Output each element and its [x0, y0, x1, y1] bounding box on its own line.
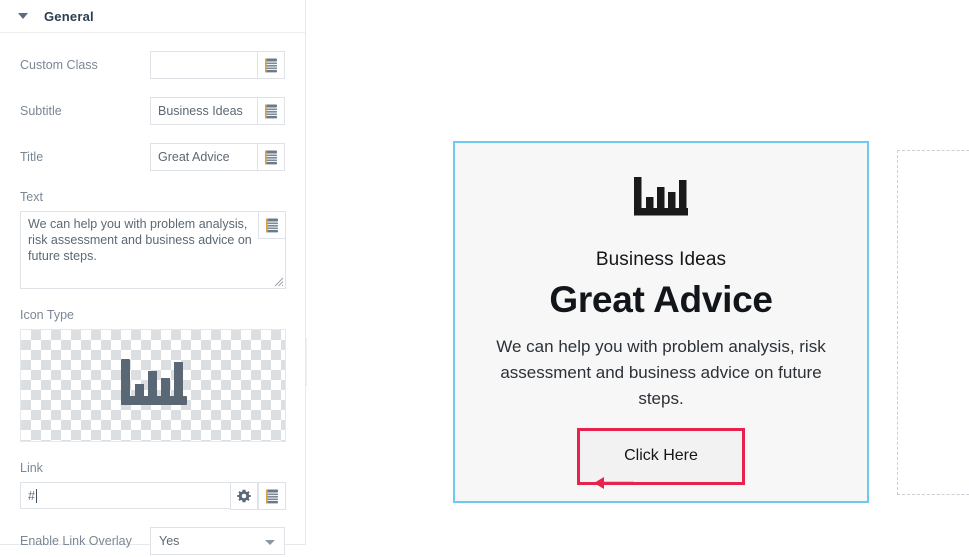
field-label-text: Text: [20, 190, 43, 204]
stack-icon: [264, 150, 277, 164]
caret-down-icon[interactable]: [18, 13, 28, 19]
field-block-link: Link #: [20, 460, 286, 510]
preview-canvas: Business Ideas Great Advice We can help …: [307, 0, 969, 557]
field-label-link-overlay: Enable Link Overlay: [20, 534, 132, 548]
input-group-title: Great Advice: [150, 143, 285, 171]
card-title: Great Advice: [549, 279, 773, 320]
card-click-here-button[interactable]: Click Here: [577, 427, 745, 485]
field-label-custom-class: Custom Class: [20, 58, 98, 72]
gear-icon: [237, 489, 251, 503]
preview-card[interactable]: Business Ideas Great Advice We can help …: [453, 141, 869, 503]
stack-icon: [264, 104, 277, 118]
subtitle-input[interactable]: Business Ideas: [150, 97, 257, 125]
input-group-subtitle: Business Ideas: [150, 97, 285, 125]
bar-chart-icon: [634, 177, 688, 216]
link-input-value: #: [28, 488, 35, 503]
text-textarea[interactable]: We can help you with problem analysis, r…: [28, 216, 260, 264]
field-label-title: Title: [20, 150, 44, 164]
section-title: General: [44, 8, 94, 24]
link-dynamic-button[interactable]: [258, 482, 286, 510]
card-text: We can help you with problem analysis, r…: [496, 336, 826, 408]
link-overlay-value: Yes: [159, 534, 180, 548]
resize-grip-icon[interactable]: [272, 275, 284, 287]
stack-icon: [265, 218, 278, 232]
field-row-link-overlay: Enable Link Overlay Yes: [20, 527, 285, 555]
panel-body: Custom Class Subtitle Business Ideas Tit…: [0, 51, 305, 555]
field-row-custom-class: Custom Class: [20, 51, 285, 79]
field-block-text: Text We can help you with problem analys…: [20, 189, 286, 289]
field-block-icon-type: Icon Type: [20, 307, 286, 442]
custom-class-input[interactable]: [150, 51, 257, 79]
input-group-custom-class: [150, 51, 285, 79]
text-caret: [35, 488, 37, 503]
settings-panel: General Custom Class Subtitle Business I…: [0, 0, 306, 555]
link-overlay-select[interactable]: Yes: [150, 527, 285, 555]
link-input-group: #: [20, 482, 286, 510]
bar-chart-icon: [121, 358, 187, 405]
field-label-link: Link: [20, 461, 43, 475]
subtitle-dynamic-button[interactable]: [257, 97, 285, 125]
field-row-title: Title Great Advice: [20, 143, 285, 171]
field-label-subtitle: Subtitle: [20, 104, 62, 118]
chevron-down-icon: [265, 540, 275, 545]
field-row-subtitle: Subtitle Business Ideas: [20, 97, 285, 125]
section-header-general[interactable]: General: [0, 0, 305, 33]
stack-icon: [264, 58, 277, 72]
icon-type-preview[interactable]: [20, 329, 286, 442]
title-dynamic-button[interactable]: [257, 143, 285, 171]
text-dynamic-button[interactable]: [258, 211, 286, 239]
placeholder-column[interactable]: [897, 150, 969, 495]
field-label-icon-type: Icon Type: [20, 308, 74, 322]
card-icon-wrap: [632, 176, 690, 229]
custom-class-dynamic-button[interactable]: [257, 51, 285, 79]
title-input[interactable]: Great Advice: [150, 143, 257, 171]
stack-icon: [265, 489, 278, 503]
text-textarea-wrap: We can help you with problem analysis, r…: [20, 211, 286, 289]
app-root: General Custom Class Subtitle Business I…: [0, 0, 969, 557]
card-subtitle: Business Ideas: [595, 249, 727, 270]
link-input[interactable]: #: [20, 482, 230, 509]
link-settings-button[interactable]: [230, 482, 258, 510]
